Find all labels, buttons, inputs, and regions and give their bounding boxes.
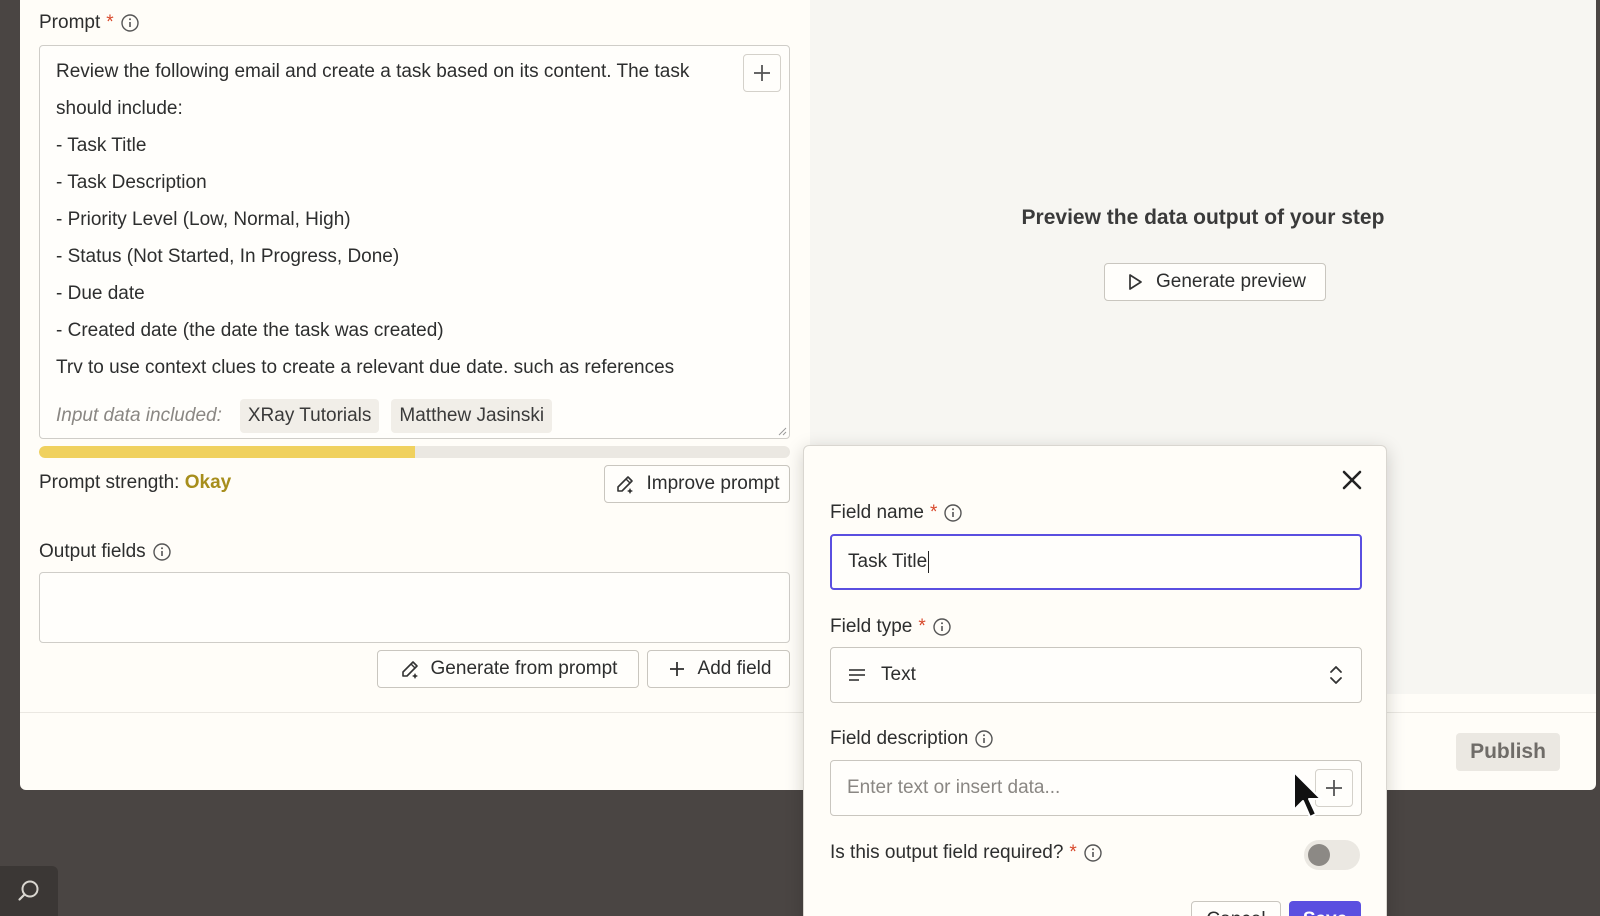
plus-icon [1326, 780, 1342, 796]
publish-button[interactable]: Publish [1456, 733, 1560, 771]
field-type-label-row: Field type * [830, 616, 952, 638]
text-lines-icon [849, 669, 865, 681]
field-editor-popover: Field name * Task Title Field type * Tex… [803, 445, 1387, 916]
field-description-input[interactable]: Enter text or insert data... [830, 760, 1362, 816]
preview-title: Preview the data output of your step [1021, 206, 1385, 229]
info-icon[interactable] [932, 617, 952, 637]
chevron-up-down-icon [1330, 666, 1342, 684]
add-field-button[interactable]: Add field [647, 650, 790, 688]
field-description-placeholder: Enter text or insert data... [847, 777, 1061, 798]
prompt-line: - Task Title [56, 135, 147, 156]
generate-from-prompt-label: Generate from prompt [430, 658, 618, 679]
magic-pencil-icon [401, 661, 418, 679]
info-icon[interactable] [120, 13, 140, 33]
field-name-input[interactable]: Task Title [830, 534, 1362, 590]
prompt-line: - Created date (the date the task was cr… [56, 320, 444, 341]
required-toggle[interactable] [1304, 840, 1360, 870]
search-button[interactable] [0, 866, 58, 916]
required-asterisk: * [930, 502, 938, 523]
text-caret [928, 551, 930, 573]
field-type-select[interactable]: Text [830, 647, 1362, 703]
field-name-value: Task Title [848, 551, 928, 572]
output-fields-label: Output fields [39, 541, 146, 562]
prompt-line: - Due date [56, 283, 145, 304]
info-icon[interactable] [1083, 843, 1103, 863]
input-chip[interactable]: Matthew Jasinski [391, 399, 553, 433]
toggle-knob [1308, 844, 1330, 866]
required-asterisk: * [1069, 842, 1077, 863]
field-type-value: Text [881, 664, 916, 685]
improve-prompt-label: Improve prompt [646, 473, 780, 494]
info-icon[interactable] [974, 729, 994, 749]
prompt-line: Trv to use context clues to create a rel… [56, 357, 675, 378]
required-asterisk: * [106, 12, 114, 33]
plus-icon [669, 662, 684, 676]
field-name-label-row: Field name * [830, 502, 963, 524]
field-name-label: Field name [830, 502, 924, 523]
info-icon[interactable] [943, 503, 963, 523]
field-required-label: Is this output field required? [830, 842, 1064, 863]
prompt-line: - Status (Not Started, In Progress, Done… [56, 246, 400, 267]
prompt-line: - Priority Level (Low, Normal, High) [56, 209, 351, 230]
close-button[interactable] [1338, 466, 1366, 494]
mouse-cursor-icon [1293, 771, 1322, 818]
generate-from-prompt-button[interactable]: Generate from prompt [377, 650, 639, 688]
prompt-label: Prompt [39, 12, 101, 33]
prompt-label-row: Prompt * [39, 12, 140, 34]
prompt-strength-fill [39, 446, 415, 458]
field-description-label-row: Field description [830, 728, 994, 750]
field-type-label: Field type [830, 616, 913, 637]
input-data-included: Input data included: XRay Tutorials Matt… [56, 399, 553, 433]
close-icon [1342, 470, 1362, 490]
output-fields-list [39, 572, 790, 643]
plus-icon [754, 65, 770, 81]
prompt-column: Prompt * Review the following email and … [20, 0, 810, 712]
play-icon [1129, 274, 1142, 290]
prompt-strength-label: Prompt strength: [39, 472, 180, 493]
resize-handle-icon[interactable] [777, 426, 787, 436]
search-icon [18, 880, 39, 901]
prompt-line: - Task Description [56, 172, 207, 193]
field-required-label-row: Is this output field required? * [830, 842, 1103, 864]
field-description-label: Field description [830, 728, 969, 749]
prompt-strength-value: Okay [184, 472, 232, 493]
info-icon[interactable] [152, 542, 172, 562]
save-button[interactable]: Save [1289, 901, 1361, 916]
input-chip[interactable]: XRay Tutorials [239, 399, 380, 433]
magic-pencil-icon [617, 476, 634, 494]
prompt-strength-bar [39, 446, 790, 458]
input-data-label: Input data included: [56, 405, 222, 426]
prompt-strength: Prompt strength: Okay [39, 472, 231, 494]
generate-preview-label: Generate preview [1156, 271, 1306, 292]
insert-data-button[interactable] [743, 54, 781, 92]
improve-prompt-button[interactable]: Improve prompt [604, 465, 790, 503]
prompt-textarea[interactable]: Review the following email and create a … [39, 45, 790, 439]
cancel-button[interactable]: Cancel [1191, 901, 1281, 916]
required-asterisk: * [918, 616, 926, 637]
prompt-line: should include: [56, 98, 183, 119]
generate-preview-button[interactable]: Generate preview [1104, 263, 1326, 301]
prompt-line: Review the following email and create a … [56, 61, 690, 82]
add-field-label: Add field [697, 658, 772, 679]
output-fields-label-row: Output fields [39, 541, 172, 563]
